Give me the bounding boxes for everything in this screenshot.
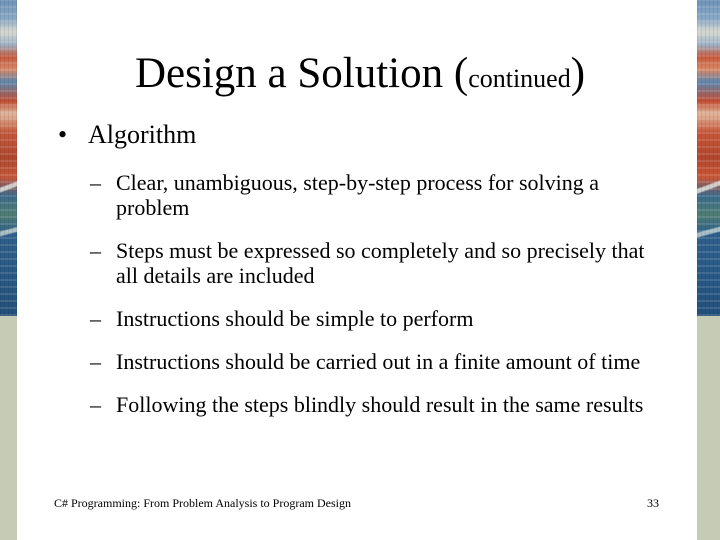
footer-book-title: C# Programming: From Problem Analysis to…: [54, 496, 351, 510]
sub-bullet-text: Clear, unambiguous, step-by-step process…: [116, 170, 600, 220]
slide-body: • Algorithm – Clear, unambiguous, step-b…: [58, 120, 678, 417]
dash-marker: –: [90, 238, 101, 263]
bullet-algorithm: • Algorithm: [58, 120, 678, 150]
sub-bullet-item: – Clear, unambiguous, step-by-step proce…: [58, 170, 678, 220]
sub-bullet-text: Steps must be expressed so completely an…: [116, 238, 645, 288]
title-main: Design a Solution: [134, 50, 444, 97]
dash-marker: –: [90, 170, 101, 195]
sub-bullet-text: Instructions should be carried out in a …: [116, 349, 641, 374]
sub-bullet-list: – Clear, unambiguous, step-by-step proce…: [58, 170, 678, 417]
title-open-paren: (: [453, 50, 469, 97]
sub-bullet-text: Instructions should be simple to perform: [116, 306, 474, 331]
bullet-label: Algorithm: [88, 120, 197, 149]
sub-bullet-item: – Instructions should be simple to perfo…: [58, 306, 678, 331]
sub-bullet-text: Following the steps blindly should resul…: [116, 392, 644, 417]
sub-bullet-item: – Following the steps blindly should res…: [58, 392, 678, 417]
bullet-marker: •: [58, 120, 68, 149]
title-subtitle: continued: [468, 64, 571, 93]
slide-title: Design a Solution (continued): [0, 48, 720, 105]
sub-bullet-item: – Instructions should be carried out in …: [58, 349, 678, 374]
dash-marker: –: [90, 306, 101, 331]
sub-bullet-item: – Steps must be expressed so completely …: [58, 238, 678, 288]
dash-marker: –: [90, 392, 101, 417]
dash-marker: –: [90, 349, 101, 374]
title-close-paren: ): [570, 50, 586, 97]
page-number: 33: [647, 496, 659, 510]
